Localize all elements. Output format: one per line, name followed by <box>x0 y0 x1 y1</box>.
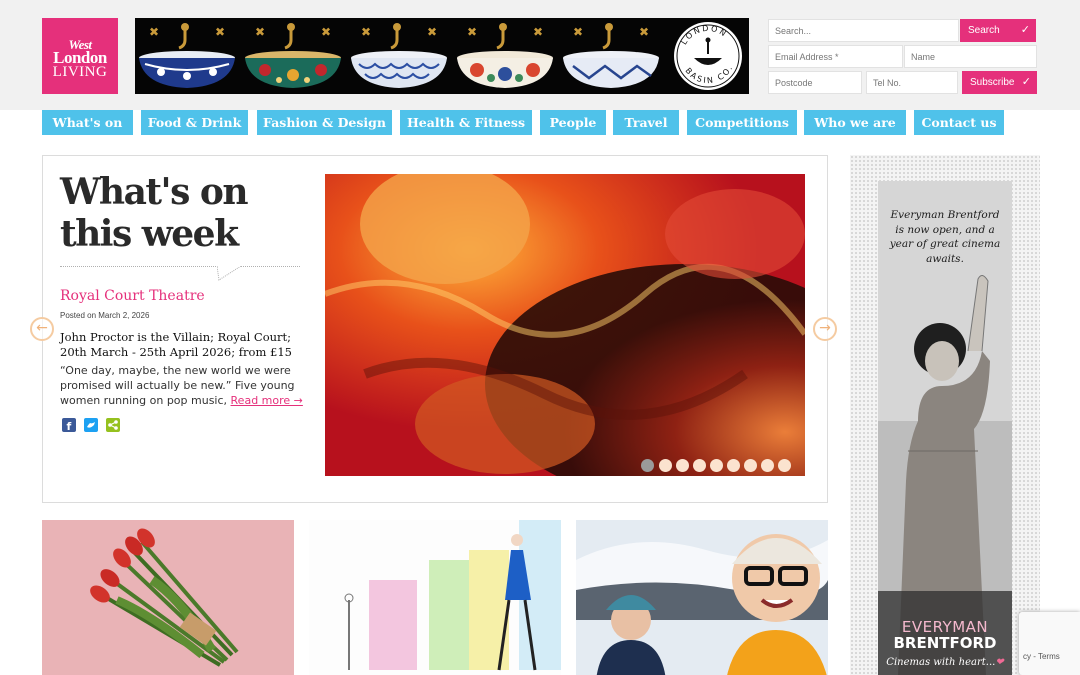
bowl-illustration: ✖ ✖ <box>457 23 553 88</box>
nav-item-whats-on[interactable]: What's on <box>42 110 133 135</box>
prev-arrow-icon[interactable]: ← <box>30 317 54 341</box>
ad-copy: Everyman Brentford is now open, and a ye… <box>889 209 1001 265</box>
slider-dot[interactable] <box>659 459 672 472</box>
search-input[interactable]: Search... <box>768 19 959 42</box>
next-arrow-icon[interactable]: → <box>813 317 837 341</box>
recaptcha-badge[interactable]: cy - Terms <box>1019 612 1080 675</box>
subscribe-button-label: Subscribe <box>970 77 1015 88</box>
check-icon: ✓ <box>1020 24 1030 36</box>
theatre-performers-image <box>325 174 805 476</box>
speech-tail-icon <box>217 266 241 281</box>
bowl-illustration: ✖ ✖ <box>351 23 447 88</box>
section-title-line-2: this week <box>60 213 239 255</box>
share-icon[interactable] <box>106 418 120 432</box>
nav-item-food-drink[interactable]: Food & Drink <box>141 110 248 135</box>
email-field[interactable]: Email Address * <box>768 45 903 68</box>
svg-text:✖: ✖ <box>361 25 371 39</box>
ad-brand-brentford: BRENTFORD <box>893 634 997 652</box>
svg-text:✖: ✖ <box>639 25 649 39</box>
svg-text:✖: ✖ <box>321 25 331 39</box>
tulips-image <box>42 520 294 675</box>
ad-tagline-text: Cinemas with heart... <box>886 657 996 668</box>
slider-dot[interactable] <box>778 459 791 472</box>
london-basin-banner-ad[interactable]: ✖ ✖ ✖ ✖ ✖ ✖ ✖ ✖ ✖ ✖ LONDON BASIN CO. <box>135 18 749 94</box>
bowl-illustration: ✖ ✖ <box>139 23 235 88</box>
svg-text:✖: ✖ <box>573 25 583 39</box>
svg-text:f: f <box>67 420 72 432</box>
slider-dot[interactable] <box>710 459 723 472</box>
article-card-fashion[interactable] <box>309 520 561 675</box>
slider-dot[interactable] <box>693 459 706 472</box>
tel-field[interactable]: Tel No. <box>866 71 958 94</box>
svg-text:✖: ✖ <box>533 25 543 39</box>
nav-item-who-we-are[interactable]: Who we are <box>804 110 906 135</box>
everyman-brentford-ad[interactable]: Everyman Brentford is now open, and a ye… <box>878 181 1012 675</box>
nav-item-health-fitness[interactable]: Health & Fitness <box>400 110 532 135</box>
slider-dot[interactable] <box>744 459 757 472</box>
article-subtitle: John Proctor is the Villain; Royal Court… <box>60 330 292 359</box>
nav-item-fashion-design[interactable]: Fashion & Design <box>257 110 392 135</box>
svg-text:✖: ✖ <box>149 25 159 39</box>
section-title: What's on this week <box>60 171 249 255</box>
read-more-link[interactable]: Read more → <box>231 394 303 407</box>
article-card-snow[interactable] <box>576 520 828 675</box>
article-excerpt: “One day, maybe, the new world we were p… <box>60 363 305 408</box>
twitter-icon[interactable] <box>84 418 98 432</box>
nav-item-contact-us[interactable]: Contact us <box>914 110 1004 135</box>
article-heading-link[interactable]: Royal Court Theatre <box>60 288 205 304</box>
logo-line-living: LIVING <box>52 64 108 80</box>
check-icon: ✓ <box>1021 76 1031 88</box>
slider-dot[interactable] <box>727 459 740 472</box>
slider-dot[interactable] <box>676 459 689 472</box>
divider <box>60 266 300 267</box>
recaptcha-terms[interactable]: cy - Terms <box>1023 652 1060 661</box>
featured-photo[interactable] <box>325 174 805 476</box>
postcode-field[interactable]: Postcode <box>768 71 862 94</box>
svg-text:✖: ✖ <box>215 25 225 39</box>
site-logo[interactable]: West London LIVING <box>42 18 118 94</box>
nav-item-competitions[interactable]: Competitions <box>687 110 797 135</box>
bowl-illustration: ✖ ✖ <box>563 23 659 88</box>
ad-tagline: Cinemas with heart...❤ <box>878 657 1012 668</box>
search-button[interactable]: Search ✓ <box>960 19 1036 42</box>
snow-selfie-image <box>576 520 828 675</box>
search-button-label: Search <box>968 25 1000 36</box>
article-card-tulips[interactable] <box>42 520 294 675</box>
nav-item-people[interactable]: People <box>540 110 606 135</box>
svg-text:✖: ✖ <box>255 25 265 39</box>
london-basin-badge-icon: LONDON BASIN CO. <box>674 22 742 90</box>
posted-date: Posted on March 2, 2026 <box>60 311 150 320</box>
section-title-line-1: What's on <box>60 171 249 213</box>
heart-icon: ❤ <box>995 657 1004 668</box>
subscribe-button[interactable]: Subscribe ✓ <box>962 71 1037 94</box>
fashion-illustration-image <box>309 520 561 675</box>
london-basin-logo: LONDON BASIN CO. <box>667 18 749 94</box>
svg-text:✖: ✖ <box>427 25 437 39</box>
nav-item-travel[interactable]: Travel <box>613 110 679 135</box>
facebook-icon[interactable]: f <box>62 418 76 432</box>
svg-text:✖: ✖ <box>467 25 477 39</box>
slider-dot[interactable] <box>761 459 774 472</box>
slider-dot[interactable] <box>641 459 654 472</box>
bowl-illustration: ✖ ✖ <box>245 23 341 88</box>
name-field[interactable]: Name <box>904 45 1037 68</box>
